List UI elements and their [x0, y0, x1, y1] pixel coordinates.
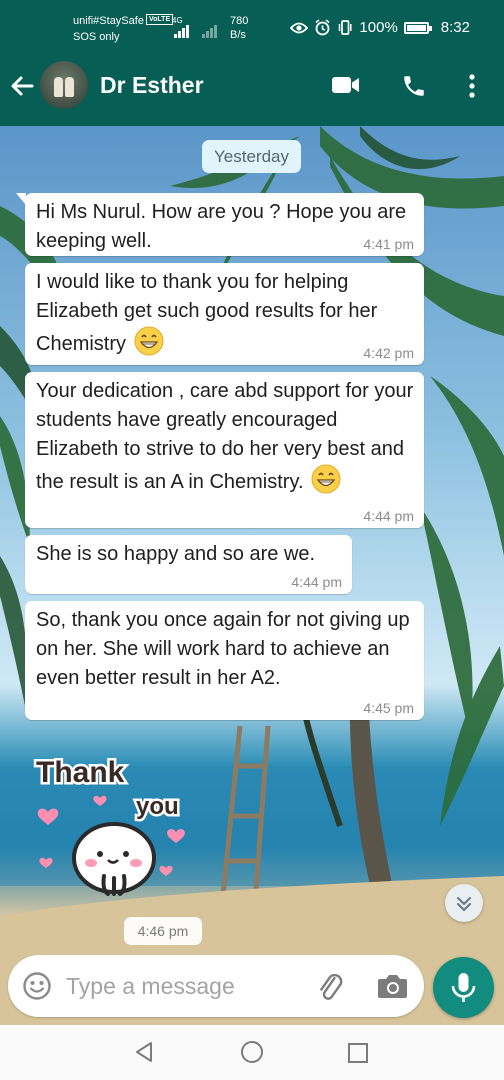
- network-speed-value: 780: [230, 15, 249, 27]
- status-bar: unifi#StaySafe VoLTE SOS only 4G 780 B/s…: [0, 0, 504, 46]
- system-navigation-bar: [0, 1025, 504, 1080]
- message-time: 4:44 pm: [363, 508, 414, 524]
- status-indicators: 100% 8:32: [290, 19, 470, 36]
- grinning-face-icon: [134, 326, 164, 356]
- message-bubble[interactable]: Hi Ms Nurul. How are you ? Hope you are …: [16, 193, 424, 256]
- message-text: Hi Ms Nurul. How are you ? Hope you are …: [36, 201, 407, 252]
- message-text: Your dedication , care abd support for y…: [36, 380, 414, 493]
- message-time: 4:44 pm: [291, 574, 342, 590]
- message-text: So, thank you once again for not giving …: [36, 609, 410, 689]
- video-call-icon[interactable]: [331, 73, 361, 97]
- sticker-text-thank: Thank: [36, 756, 125, 789]
- phone-icon[interactable]: [401, 73, 427, 99]
- chat-header: Dr Esther: [0, 46, 504, 126]
- camera-icon[interactable]: [376, 972, 408, 1000]
- back-arrow-icon[interactable]: [6, 70, 38, 102]
- double-chevron-down-icon: [456, 896, 472, 912]
- message-bubble[interactable]: So, thank you once again for not giving …: [25, 601, 424, 720]
- message-bubble[interactable]: Your dedication , care abd support for y…: [25, 372, 424, 528]
- network-speed: 780 B/s: [230, 14, 248, 42]
- avatar[interactable]: [40, 61, 88, 109]
- message-time: 4:45 pm: [363, 700, 414, 716]
- network-type-label: 4G: [172, 16, 183, 25]
- attach-icon[interactable]: [314, 971, 346, 1003]
- vibrate-icon: [339, 20, 352, 35]
- message-time: 4:42 pm: [363, 345, 414, 361]
- message-time: 4:41 pm: [363, 236, 414, 252]
- sos-status: SOS only: [73, 31, 120, 43]
- thank-you-sticker[interactable]: Thank you: [28, 750, 208, 910]
- sticker-text-you: you: [136, 793, 179, 820]
- network-speed-unit: B/s: [230, 29, 246, 41]
- carrier-name: unifi#StaySafe: [73, 15, 144, 27]
- alarm-icon: [315, 19, 330, 36]
- grinning-face-icon: [311, 464, 341, 494]
- nav-recent-apps-icon[interactable]: [347, 1042, 369, 1064]
- message-text: I would like to thank you for helping El…: [36, 271, 378, 355]
- clock-time: 8:32: [440, 19, 470, 36]
- contact-name[interactable]: Dr Esther: [100, 72, 204, 99]
- eye-icon: [290, 22, 309, 33]
- battery-icon: [403, 21, 432, 34]
- date-divider: Yesterday: [202, 140, 301, 173]
- message-input[interactable]: [66, 969, 296, 1003]
- more-vert-icon[interactable]: [467, 73, 477, 99]
- voice-message-button[interactable]: [433, 957, 494, 1018]
- volte-badge: VoLTE: [146, 14, 174, 25]
- message-text: She is so happy and so are we.: [36, 543, 316, 565]
- scroll-to-bottom-button[interactable]: [445, 884, 483, 922]
- battery-percent: 100%: [359, 19, 398, 36]
- message-composer: [8, 955, 424, 1017]
- emoji-icon[interactable]: [22, 971, 52, 1001]
- message-bubble[interactable]: I would like to thank you for helping El…: [25, 263, 424, 365]
- message-bubble[interactable]: She is so happy and so are we. 4:44 pm: [25, 535, 352, 594]
- microphone-icon: [451, 973, 476, 1002]
- nav-home-icon[interactable]: [240, 1040, 264, 1064]
- signal-icon: 4G: [172, 16, 232, 38]
- sticker-time: 4:46 pm: [124, 917, 202, 945]
- nav-back-icon[interactable]: [132, 1040, 156, 1064]
